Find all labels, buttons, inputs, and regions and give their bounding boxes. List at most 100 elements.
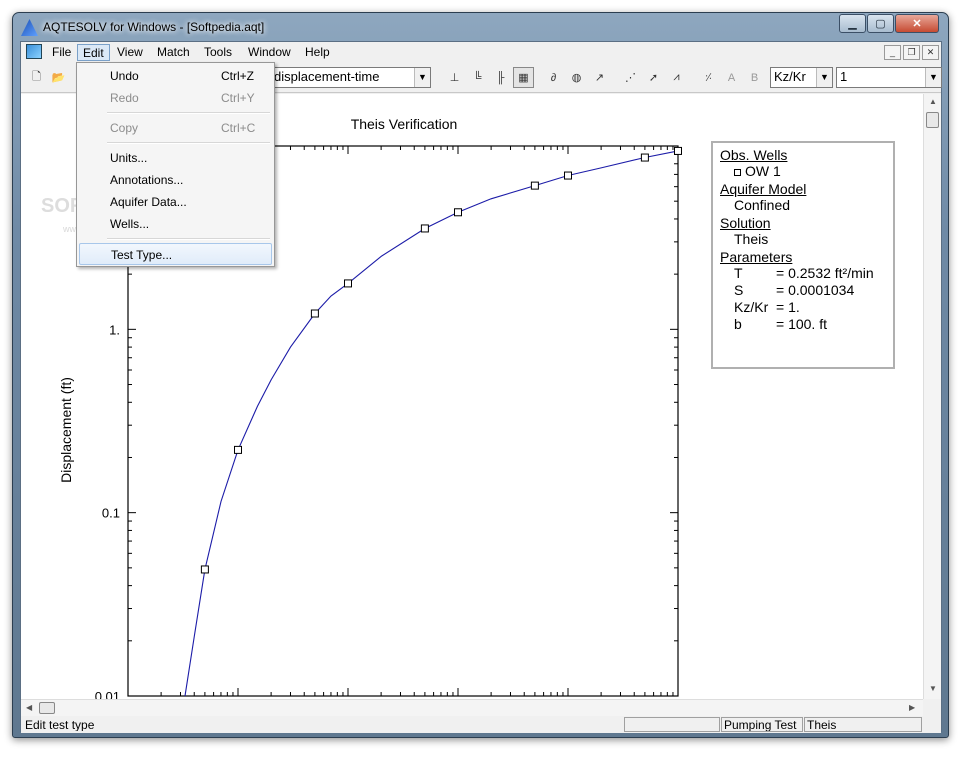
parameter-value-select[interactable]: 1 ▼ (836, 67, 942, 88)
param-row: S = 0.0001034 (720, 282, 886, 299)
menu-item-label: Redo (110, 91, 139, 105)
mdi-minimize-button[interactable]: _ (884, 45, 901, 60)
menu-item-aquifer-data[interactable]: Aquifer Data... (79, 191, 272, 213)
menu-edit[interactable]: Edit (77, 44, 110, 61)
match-points-icon[interactable]: ⋰ (620, 67, 641, 88)
data-point (344, 279, 352, 288)
close-button[interactable]: ✕ (895, 14, 939, 33)
menu-match[interactable]: Match (152, 44, 195, 61)
menu-item-units[interactable]: Units... (79, 147, 272, 169)
data-point (454, 208, 462, 217)
menu-window[interactable]: Window (243, 44, 296, 61)
edit-menu-dropdown: Undo Ctrl+Z Redo Ctrl+Y Copy Ctrl+C Units..… (76, 62, 275, 267)
plot-type-value: displacement-time (274, 69, 380, 84)
menu-item-shortcut: Ctrl+C (221, 121, 256, 135)
chart-title: Theis Verification (351, 116, 458, 132)
menu-tools[interactable]: Tools (199, 44, 237, 61)
status-bar: Edit test type Pumping Test Theis (21, 716, 941, 733)
active-type-curve-icon[interactable]: ↗ (589, 67, 610, 88)
app-icon (21, 19, 38, 36)
semilog-axes-icon[interactable]: ╚ (467, 67, 488, 88)
data-point (564, 171, 572, 180)
menu-item-label: Copy (110, 121, 139, 135)
match-cursor-icon[interactable]: ➚ (643, 67, 664, 88)
menu-item-label: Units... (110, 151, 148, 165)
menu-item-label: Wells... (110, 217, 150, 231)
data-point (674, 146, 682, 155)
status-solution: Theis (804, 717, 922, 732)
maximize-button[interactable]: ▢ (867, 14, 894, 33)
open-folder-icon[interactable]: 📂 (48, 67, 69, 88)
data-point (310, 309, 319, 318)
title-bar[interactable]: AQTESOLV for Windows - [Softpedia.aqt] ▁… (13, 13, 948, 43)
param-value: = 0.0001034 (776, 282, 855, 298)
data-point (640, 153, 649, 162)
legend-obs-wells-title: Obs. Wells (720, 147, 788, 163)
menu-separator (107, 142, 270, 144)
scroll-left-icon[interactable]: ◀ (26, 703, 32, 712)
plot-type-select[interactable]: displacement-time ▼ (270, 67, 431, 88)
minimize-button[interactable]: ▁ (839, 14, 866, 33)
legend-panel: Obs. Wells OW 1 Aquifer Model Confined S… (711, 141, 895, 369)
solution-cursor-icon[interactable]: ⸓ (698, 67, 719, 88)
new-file-icon[interactable]: 🗋 (26, 67, 47, 88)
window-title: AQTESOLV for Windows - [Softpedia.aqt] (43, 20, 265, 34)
menu-item-label: Annotations... (110, 173, 184, 187)
param-row: T = 0.2532 ft²/min (720, 265, 886, 282)
param-value: = 0.2532 ft²/min (776, 265, 874, 281)
data-point (420, 224, 429, 233)
scroll-down-icon[interactable]: ▼ (929, 684, 937, 693)
chevron-down-icon[interactable]: ▼ (816, 68, 832, 87)
chevron-down-icon[interactable]: ▼ (414, 68, 430, 87)
menu-help[interactable]: Help (300, 44, 335, 61)
param-value: = 1. (776, 299, 800, 315)
menu-bar: File Edit View Match Tools Window Help _… (21, 42, 941, 62)
vertical-scrollbar[interactable]: ▲ ▼ (923, 94, 941, 699)
linear-axes-icon[interactable]: ⊥ (444, 67, 465, 88)
menu-item-test-type[interactable]: Test Type... (79, 243, 272, 265)
scroll-up-icon[interactable]: ▲ (929, 97, 937, 106)
vertical-scroll-thumb[interactable] (926, 112, 939, 128)
legend-well-entry: OW 1 (720, 163, 886, 179)
menu-item-wells[interactable]: Wells... (79, 213, 272, 235)
button-b[interactable]: B (744, 67, 765, 88)
scroll-right-icon[interactable]: ▶ (909, 703, 915, 712)
y-tick-label: 1. (109, 322, 120, 337)
log-log-axes-icon[interactable]: ▦ (513, 67, 534, 88)
parameter-select-value: Kz/Kr (774, 69, 806, 84)
data-point (530, 181, 539, 190)
status-test-type: Pumping Test (721, 717, 803, 732)
param-name: Kz/Kr (734, 299, 769, 315)
legend-well-name: OW 1 (745, 163, 781, 179)
data-point (234, 445, 242, 454)
document-icon[interactable] (26, 44, 42, 59)
grid-icon[interactable]: ◍ (566, 67, 587, 88)
semilog-y-axes-icon[interactable]: ╟ (490, 67, 511, 88)
status-empty-pane (624, 717, 720, 732)
menu-item-label: Undo (110, 69, 139, 83)
menu-item-undo[interactable]: Undo Ctrl+Z (79, 65, 272, 87)
chevron-down-icon[interactable]: ▼ (925, 68, 941, 87)
menu-item-label: Aquifer Data... (110, 195, 187, 209)
param-name: S (734, 282, 744, 298)
horizontal-scrollbar[interactable]: ◀ ▶ (21, 699, 923, 716)
menu-item-annotations[interactable]: Annotations... (79, 169, 272, 191)
menu-item-label: Test Type... (111, 248, 173, 262)
param-row: b = 100. ft (720, 316, 886, 333)
button-a[interactable]: A (721, 67, 742, 88)
parameter-select[interactable]: Kz/Kr ▼ (770, 67, 833, 88)
parameter-value: 1 (840, 69, 848, 84)
legend-solution: Theis (734, 231, 769, 247)
family-curves-icon[interactable]: ⩘ (666, 67, 687, 88)
menu-view[interactable]: View (112, 44, 148, 61)
mdi-restore-button[interactable]: ❐ (903, 45, 920, 60)
mdi-close-button[interactable]: ✕ (922, 45, 939, 60)
square-marker-icon (734, 168, 741, 176)
y-axis-label: Displacement (ft) (58, 377, 74, 483)
legend-aquifer-model: Confined (734, 197, 791, 213)
horizontal-scroll-thumb[interactable] (39, 702, 55, 714)
menu-file[interactable]: File (47, 44, 76, 61)
param-name: T (734, 265, 743, 281)
menu-item-copy: Copy Ctrl+C (79, 117, 272, 139)
derivative-icon[interactable]: ∂ (543, 67, 564, 88)
